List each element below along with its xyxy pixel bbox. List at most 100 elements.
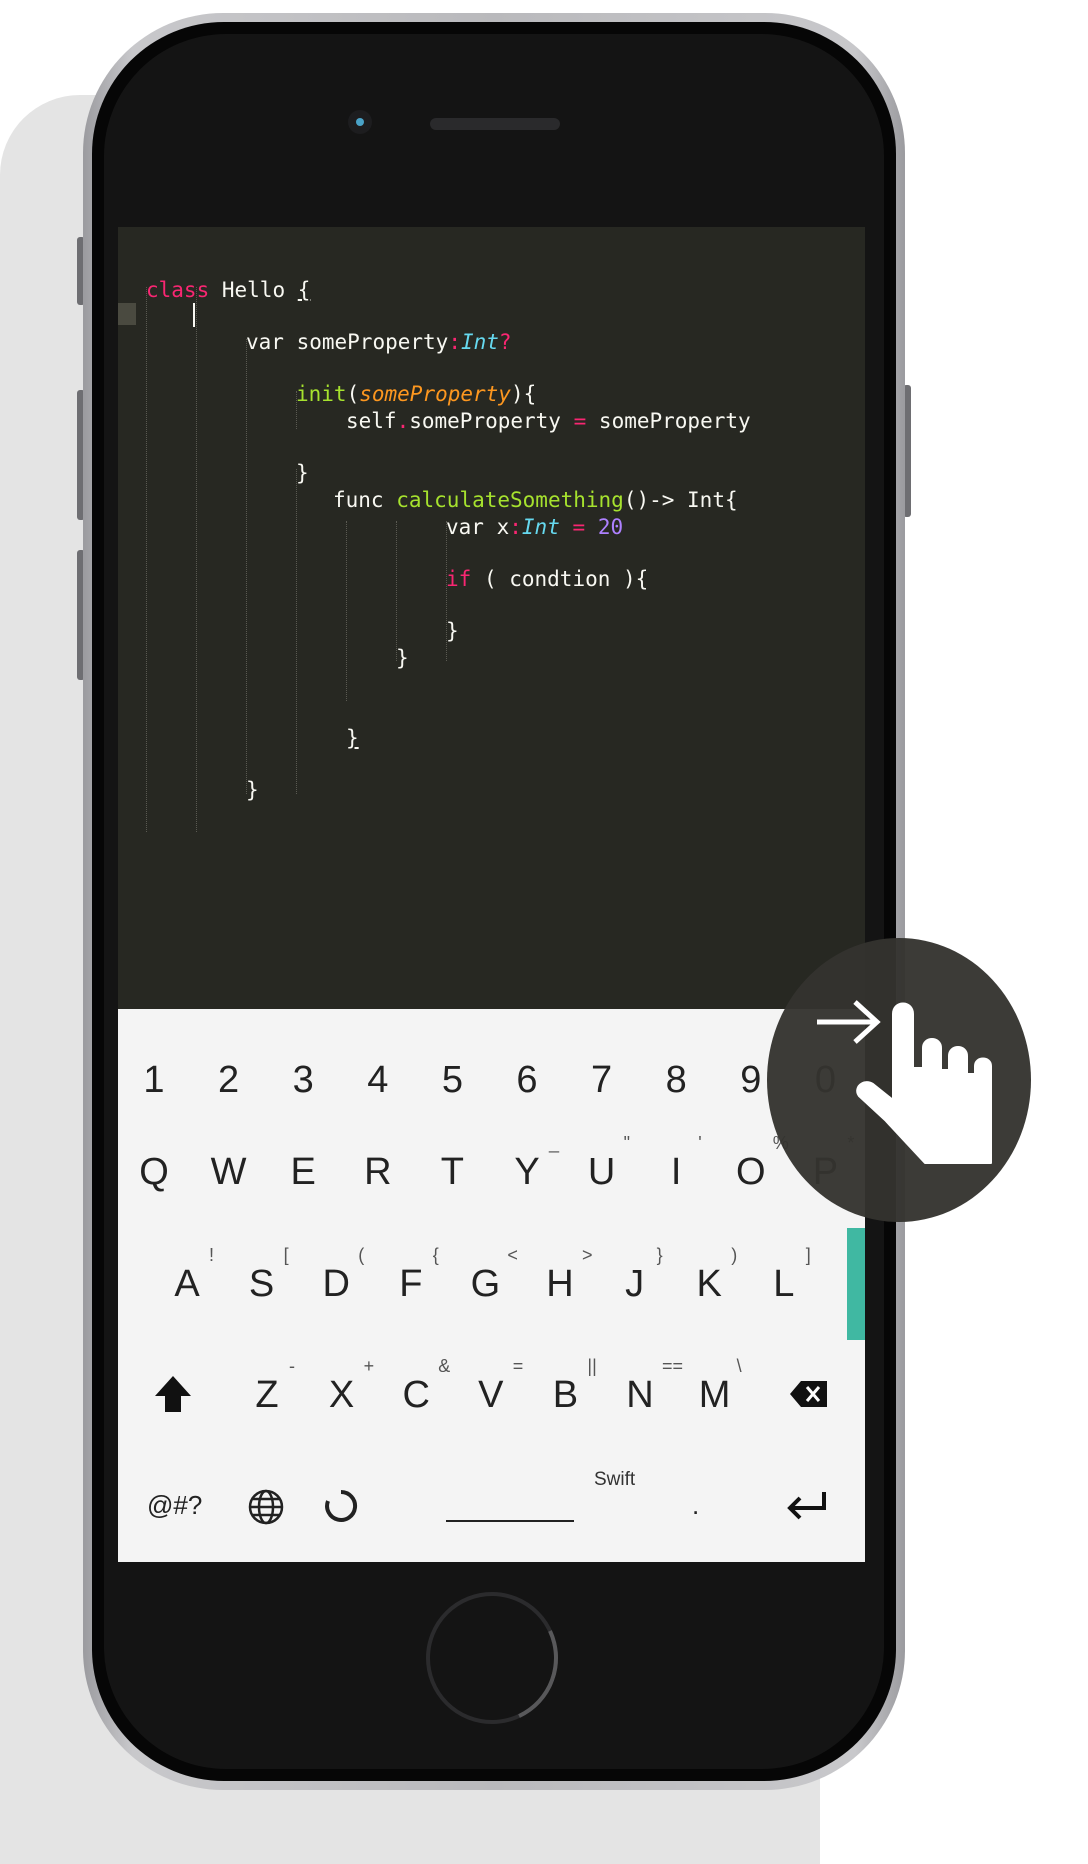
home-button[interactable] — [426, 1592, 558, 1724]
globe-icon — [248, 1489, 284, 1525]
backspace-key[interactable] — [789, 1379, 833, 1411]
key-t[interactable]: T — [422, 1150, 482, 1194]
key-hint: ' — [698, 1133, 702, 1153]
code-line-1: class Hello { — [146, 278, 311, 302]
key-hint: " — [623, 1133, 630, 1153]
key-label: E — [290, 1151, 316, 1193]
key-hint: _ — [549, 1133, 560, 1153]
key-j[interactable]: J} — [605, 1246, 665, 1306]
symbols-key[interactable]: @#? — [147, 1490, 202, 1521]
number-key-3[interactable]: 3 — [273, 1058, 333, 1102]
key-f[interactable]: F{ — [381, 1246, 441, 1306]
space-key[interactable] — [446, 1520, 574, 1522]
number-key-2[interactable]: 2 — [199, 1058, 259, 1102]
key-e[interactable]: E — [273, 1150, 333, 1194]
key-hint: ) — [731, 1245, 738, 1265]
key-label: W — [210, 1151, 247, 1193]
code-line-8: if ( condtion ){ — [446, 567, 649, 591]
indent-guide — [246, 339, 247, 794]
indent-guide — [196, 287, 197, 832]
key-label: 5 — [441, 1059, 463, 1101]
code-line-12: } — [246, 778, 259, 802]
key-i[interactable]: I ' — [646, 1134, 706, 1194]
code-editor[interactable]: class Hello { var someProperty:Int? init… — [118, 227, 865, 1009]
key-g[interactable]: G < — [455, 1246, 518, 1306]
key-k[interactable]: K) — [679, 1246, 739, 1306]
key-label: T — [440, 1151, 464, 1193]
key-hint: ( — [358, 1245, 365, 1265]
key-hint: } — [656, 1245, 663, 1265]
key-u[interactable]: U " — [572, 1134, 632, 1194]
key-hint: & — [438, 1356, 451, 1376]
key-label: I — [670, 1151, 682, 1193]
key-hint: { — [432, 1245, 439, 1265]
key-label: X — [328, 1374, 355, 1416]
key-v[interactable]: V = — [461, 1357, 523, 1417]
number-key-4[interactable]: 4 — [348, 1058, 408, 1102]
key-label: S — [248, 1263, 275, 1305]
globe-key[interactable] — [248, 1489, 286, 1527]
key-y[interactable]: Y _ — [497, 1134, 559, 1194]
key-w[interactable]: W — [199, 1150, 259, 1194]
period-key[interactable]: . — [692, 1490, 699, 1521]
number-key-8[interactable]: 8 — [646, 1058, 706, 1102]
key-label: V — [478, 1374, 504, 1416]
number-key-7[interactable]: 7 — [572, 1058, 632, 1102]
key-d[interactable]: D( — [306, 1246, 366, 1306]
indent-guide — [296, 469, 297, 794]
earpiece-speaker — [430, 118, 560, 130]
indent-guide — [146, 287, 147, 832]
key-hint: = — [512, 1356, 524, 1376]
key-hint: > — [582, 1245, 593, 1265]
key-a[interactable]: A! — [157, 1246, 217, 1306]
key-label: M — [698, 1374, 731, 1416]
key-q[interactable]: Q — [124, 1150, 184, 1194]
key-label: K — [696, 1263, 722, 1305]
key-c[interactable]: C & — [386, 1357, 450, 1417]
hand-pointer-icon — [817, 1000, 992, 1164]
key-b[interactable]: B || — [535, 1357, 597, 1417]
backspace-icon — [790, 1381, 827, 1407]
code-line-9: } — [446, 619, 459, 643]
rotate-key[interactable] — [324, 1489, 360, 1525]
key-x[interactable]: X + — [312, 1357, 374, 1417]
code-line-11: } — [346, 726, 359, 750]
code-line-6: func calculateSomething()-> Int{ — [333, 488, 738, 512]
key-label: 7 — [591, 1059, 613, 1101]
return-key[interactable] — [786, 1488, 830, 1524]
key-l[interactable]: L] — [754, 1246, 814, 1306]
number-key-5[interactable]: 5 — [422, 1058, 482, 1102]
key-label: Y — [514, 1151, 540, 1193]
key-label: A — [174, 1263, 200, 1305]
key-label: U — [587, 1151, 616, 1193]
touch-indicator — [767, 938, 1031, 1222]
front-camera — [348, 110, 372, 134]
key-label: 1 — [143, 1059, 165, 1101]
key-r[interactable]: R — [348, 1150, 408, 1194]
key-hint: + — [363, 1356, 375, 1376]
key-label: 6 — [516, 1059, 538, 1101]
current-line-marker — [118, 303, 136, 325]
key-hint: ! — [209, 1245, 215, 1265]
number-key-1[interactable]: 1 — [124, 1058, 184, 1102]
indent-guide — [346, 521, 347, 701]
key-m[interactable]: M \ — [685, 1357, 745, 1417]
key-label: J — [625, 1263, 645, 1305]
shift-key[interactable] — [153, 1374, 197, 1418]
rotate-icon — [325, 1489, 358, 1522]
key-z[interactable]: Z- — [237, 1357, 297, 1417]
key-label: N — [626, 1374, 654, 1416]
indent-guide — [396, 521, 397, 661]
key-label: F — [399, 1263, 423, 1305]
key-s[interactable]: S[ — [232, 1246, 292, 1306]
code-line-3: init(someProperty){ — [296, 382, 537, 406]
key-h[interactable]: H > — [530, 1246, 592, 1306]
key-n[interactable]: N == — [610, 1357, 683, 1417]
key-label: R — [364, 1151, 392, 1193]
return-icon — [787, 1492, 826, 1520]
number-key-6[interactable]: 6 — [497, 1058, 557, 1102]
text-cursor — [193, 303, 195, 327]
key-label: D — [322, 1263, 350, 1305]
key-label: 3 — [292, 1059, 314, 1101]
key-hint: < — [507, 1245, 518, 1265]
